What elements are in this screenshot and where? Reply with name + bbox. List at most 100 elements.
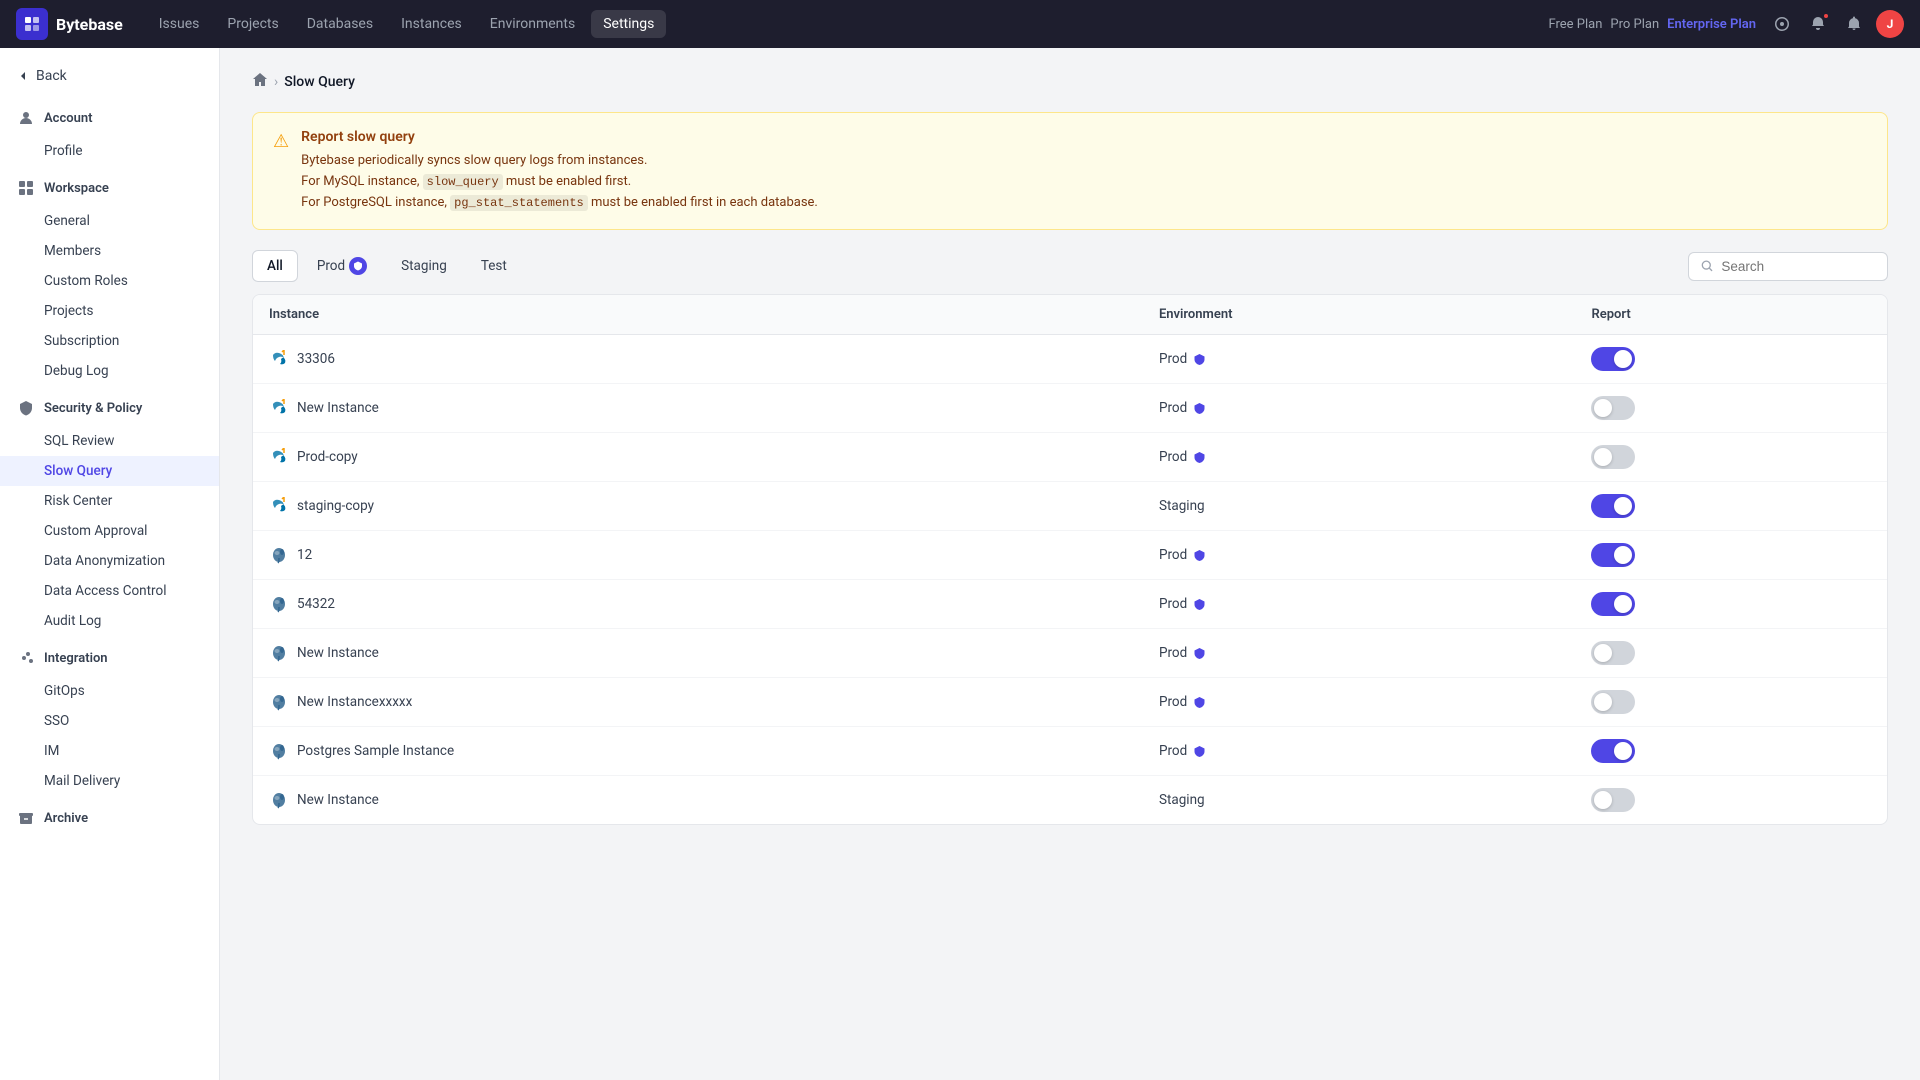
sidebar-section-security: Security & Policy SQL Review Slow Query … <box>0 390 219 636</box>
sidebar-item-subscription[interactable]: Subscription <box>0 326 219 356</box>
info-content: Report slow query Bytebase periodically … <box>301 129 818 213</box>
instance-cell: 12 <box>253 531 1143 580</box>
search-input[interactable] <box>1721 259 1875 274</box>
pg-icon <box>270 546 288 564</box>
info-text: Bytebase periodically syncs slow query l… <box>301 151 818 213</box>
sidebar-section-workspace: Workspace General Members Custom Roles P… <box>0 170 219 386</box>
sidebar-section-archive-header[interactable]: Archive <box>0 800 219 836</box>
mysql-icon <box>270 497 288 515</box>
sidebar-item-members[interactable]: Members <box>0 236 219 266</box>
instance-cell: New Instancexxxxx <box>253 678 1143 727</box>
instance-cell: staging-copy <box>253 482 1143 531</box>
pro-plan-link[interactable]: Pro Plan <box>1610 17 1659 32</box>
nav-settings[interactable]: Settings <box>591 10 666 38</box>
nav-databases[interactable]: Databases <box>295 10 385 38</box>
nav-projects[interactable]: Projects <box>215 10 290 38</box>
sidebar-item-sql-review[interactable]: SQL Review <box>0 426 219 456</box>
report-toggle[interactable] <box>1591 396 1635 420</box>
report-cell <box>1575 531 1887 580</box>
sidebar-item-mail-delivery[interactable]: Mail Delivery <box>0 766 219 796</box>
breadcrumb-home[interactable] <box>252 72 268 92</box>
notification-icon[interactable] <box>1804 10 1832 38</box>
env-shield-icon <box>1193 402 1206 415</box>
sidebar-item-slow-query[interactable]: Slow Query <box>0 456 219 486</box>
instance-cell: New Instance <box>253 384 1143 433</box>
report-toggle[interactable] <box>1591 445 1635 469</box>
enterprise-plan-link[interactable]: Enterprise Plan <box>1667 17 1756 32</box>
report-cell <box>1575 580 1887 629</box>
sidebar-item-risk-center[interactable]: Risk Center <box>0 486 219 516</box>
table-row: New Instance Prod <box>253 384 1887 433</box>
report-toggle[interactable] <box>1591 788 1635 812</box>
sidebar-item-profile[interactable]: Profile <box>0 136 219 166</box>
sidebar-item-gitops[interactable]: GitOps <box>0 676 219 706</box>
report-toggle[interactable] <box>1591 543 1635 567</box>
workspace-section-label: Workspace <box>44 181 109 196</box>
report-cell <box>1575 482 1887 531</box>
filter-tab-test[interactable]: Test <box>466 250 522 282</box>
pg-icon <box>270 644 288 662</box>
instance-name: Prod-copy <box>297 449 358 465</box>
pg-icon <box>270 791 288 809</box>
filter-tab-staging[interactable]: Staging <box>386 250 462 282</box>
report-toggle[interactable] <box>1591 494 1635 518</box>
sidebar-item-general[interactable]: General <box>0 206 219 236</box>
sidebar-item-data-access-control[interactable]: Data Access Control <box>0 576 219 606</box>
ai-icon[interactable] <box>1768 10 1796 38</box>
sidebar-item-audit-log[interactable]: Audit Log <box>0 606 219 636</box>
table: Instance Environment Report 33306 Prod <box>253 295 1887 824</box>
report-toggle[interactable] <box>1591 641 1635 665</box>
env-shield-icon <box>1193 598 1206 611</box>
free-plan-link[interactable]: Free Plan <box>1548 17 1602 32</box>
back-button[interactable]: Back <box>0 60 219 92</box>
report-toggle[interactable] <box>1591 690 1635 714</box>
sidebar-section-security-header[interactable]: Security & Policy <box>0 390 219 426</box>
report-toggle[interactable] <box>1591 347 1635 371</box>
nav-environments[interactable]: Environments <box>478 10 587 38</box>
user-avatar[interactable]: J <box>1876 10 1904 38</box>
filter-tab-prod[interactable]: Prod <box>302 250 382 282</box>
instance-name: 54322 <box>297 596 335 612</box>
toggle-knob <box>1594 693 1612 711</box>
report-cell <box>1575 727 1887 776</box>
nav-issues[interactable]: Issues <box>147 10 212 38</box>
security-icon <box>16 398 36 418</box>
toggle-knob <box>1594 399 1612 417</box>
sidebar-item-custom-approval[interactable]: Custom Approval <box>0 516 219 546</box>
sidebar-section-workspace-header[interactable]: Workspace <box>0 170 219 206</box>
col-environment: Environment <box>1143 295 1576 335</box>
sidebar-item-projects[interactable]: Projects <box>0 296 219 326</box>
env-name: Prod <box>1159 743 1187 759</box>
pg-icon <box>270 742 288 760</box>
bell-icon[interactable] <box>1840 10 1868 38</box>
sidebar-item-im[interactable]: IM <box>0 736 219 766</box>
sidebar-item-data-anonymization[interactable]: Data Anonymization <box>0 546 219 576</box>
sidebar-item-sso[interactable]: SSO <box>0 706 219 736</box>
report-toggle[interactable] <box>1591 592 1635 616</box>
info-title: Report slow query <box>301 129 818 145</box>
instance-cell: Prod-copy <box>253 433 1143 482</box>
report-toggle[interactable] <box>1591 739 1635 763</box>
filter-bar: All Prod Staging Test <box>252 250 1888 282</box>
breadcrumb: › Slow Query <box>252 72 1888 92</box>
sidebar: Back Account Profile <box>0 48 220 1080</box>
environment-cell: Prod <box>1143 629 1576 678</box>
sidebar-section-account-header[interactable]: Account <box>0 100 219 136</box>
environment-cell: Staging <box>1143 482 1576 531</box>
app-logo[interactable]: Bytebase <box>16 8 123 40</box>
toggle-knob <box>1614 742 1632 760</box>
env-name: Prod <box>1159 645 1187 661</box>
environment-cell: Prod <box>1143 433 1576 482</box>
sidebar-item-debug-log[interactable]: Debug Log <box>0 356 219 386</box>
sidebar-section-integration-header[interactable]: Integration <box>0 640 219 676</box>
nav-instances[interactable]: Instances <box>389 10 474 38</box>
sidebar-item-custom-roles[interactable]: Custom Roles <box>0 266 219 296</box>
table-row: New Instancexxxxx Prod <box>253 678 1887 727</box>
table-row: 12 Prod <box>253 531 1887 580</box>
filter-tab-all[interactable]: All <box>252 250 298 282</box>
mysql-icon <box>270 350 288 368</box>
environment-cell: Prod <box>1143 384 1576 433</box>
instance-cell: New Instance <box>253 776 1143 825</box>
filter-tabs: All Prod Staging Test <box>252 250 522 282</box>
table-row: 33306 Prod <box>253 335 1887 384</box>
